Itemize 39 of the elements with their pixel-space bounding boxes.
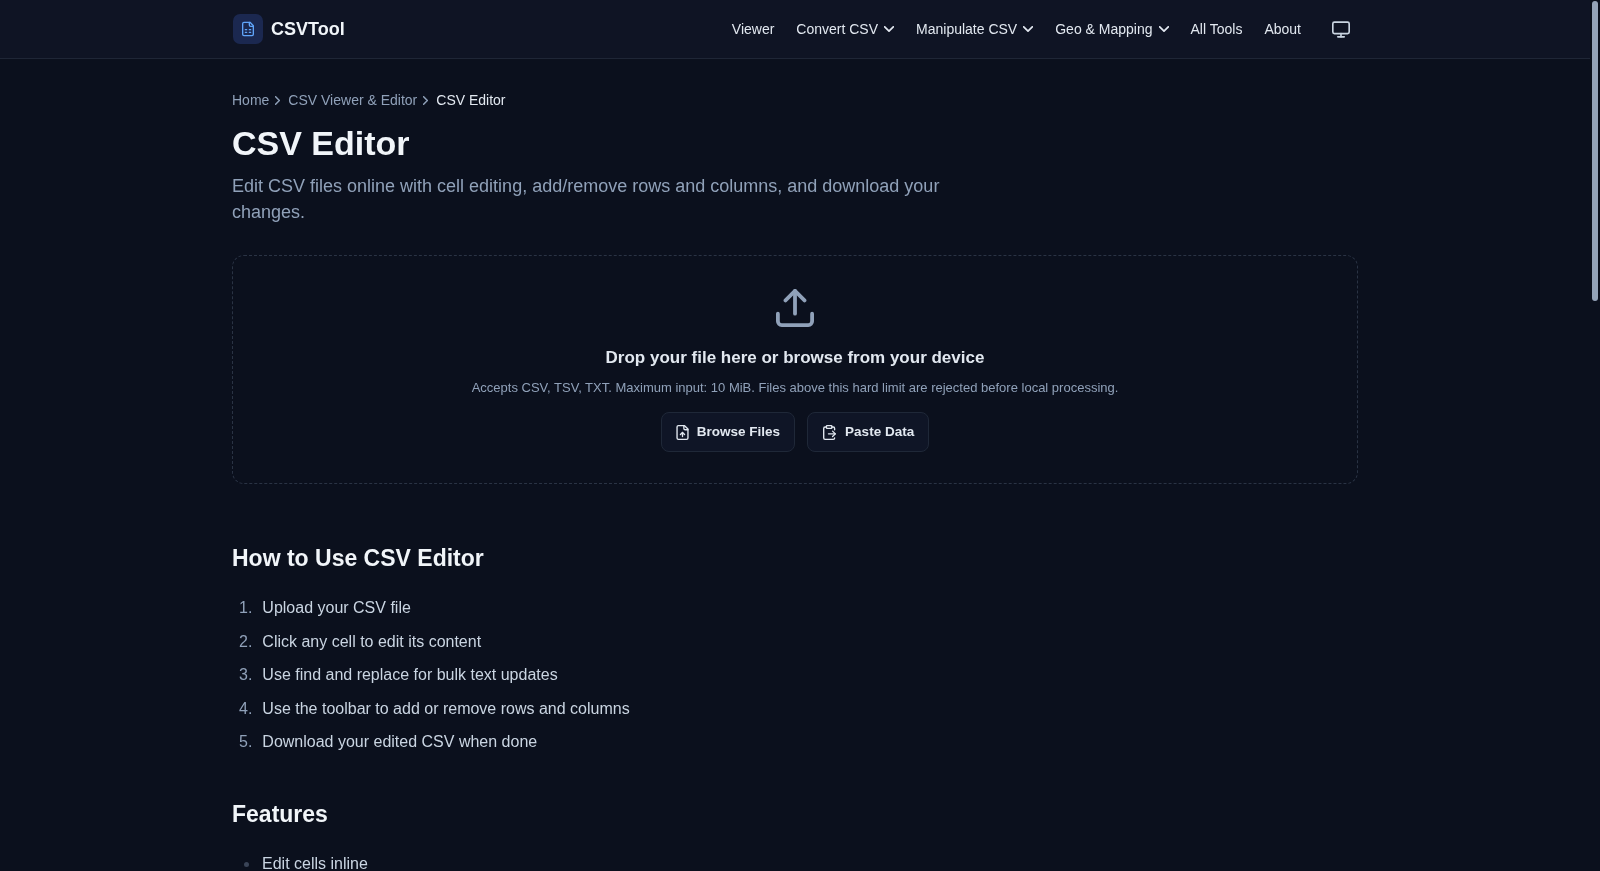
drop-zone-note: Accepts CSV, TSV, TXT. Maximum input: 10 MiB. Files above this hard limit are rejected before local processing. bbox=[471, 379, 1119, 397]
list-item-text: Click any cell to edit its content bbox=[262, 631, 482, 652]
section-heading: How to Use CSV Editor bbox=[232, 544, 485, 573]
document-logo-icon bbox=[233, 14, 263, 44]
list-number: 5. bbox=[239, 732, 253, 752]
chevron-right-icon bbox=[275, 95, 281, 105]
nav-menu-button[interactable]: Geo & Mapping bbox=[1055, 18, 1169, 40]
nav-link[interactable]: All Tools bbox=[1190, 18, 1243, 40]
section-heading: Features bbox=[232, 800, 329, 829]
breadcrumb-link[interactable]: Home bbox=[232, 89, 270, 111]
list-number: 2. bbox=[239, 631, 253, 652]
list-item-text: Edit cells inline bbox=[262, 854, 368, 871]
bullet-icon bbox=[244, 861, 249, 867]
list-item-text: Use find and replace for bulk text updates bbox=[262, 665, 558, 685]
nav-link[interactable]: Viewer bbox=[731, 18, 775, 40]
breadcrumb-current: CSV Editor bbox=[436, 90, 506, 110]
chevron-right-icon bbox=[423, 95, 429, 105]
nav-menu-button[interactable]: Convert CSV bbox=[796, 18, 895, 40]
scrollbar-thumb[interactable] bbox=[1592, 1, 1598, 301]
page-title: CSV Editor bbox=[232, 123, 411, 163]
paste-data-button[interactable]: Paste Data bbox=[807, 412, 930, 452]
file-upload-icon bbox=[675, 424, 689, 440]
list-item-text: Download your edited CSV when done bbox=[262, 732, 538, 752]
logo-link[interactable]: CSVTool bbox=[232, 14, 345, 44]
breadcrumb-link[interactable]: CSV Viewer & Editor bbox=[288, 89, 418, 111]
upload-icon bbox=[775, 289, 815, 327]
nav-menu-button[interactable]: Manipulate CSV bbox=[916, 18, 1034, 40]
list-number: 1. bbox=[239, 598, 253, 618]
browse-files-button[interactable]: Browse Files bbox=[660, 412, 796, 452]
list-number: 4. bbox=[239, 698, 253, 719]
page-description: Edit CSV files online with cell editing, add/remove rows and columns, and download your changes. bbox=[232, 175, 941, 224]
nav-link[interactable]: About bbox=[1264, 18, 1301, 40]
monitor-icon[interactable] bbox=[1332, 20, 1350, 38]
drop-zone-heading: Drop your file here or browse from your device bbox=[605, 347, 985, 369]
file-drop-zone[interactable]: Drop your file here or browse from your device Accepts CSV, TSV, TXT. Maximum input: 10 MiB. Files above this hard limit are rejected before local processing. Browse Files Paste Data bbox=[232, 255, 1358, 484]
list-number: 3. bbox=[239, 665, 253, 685]
list-item-text: Upload your CSV file bbox=[262, 598, 411, 618]
list-item-text: Use the toolbar to add or remove rows and columns bbox=[262, 698, 630, 719]
clipboard-arrow-icon bbox=[822, 424, 838, 440]
